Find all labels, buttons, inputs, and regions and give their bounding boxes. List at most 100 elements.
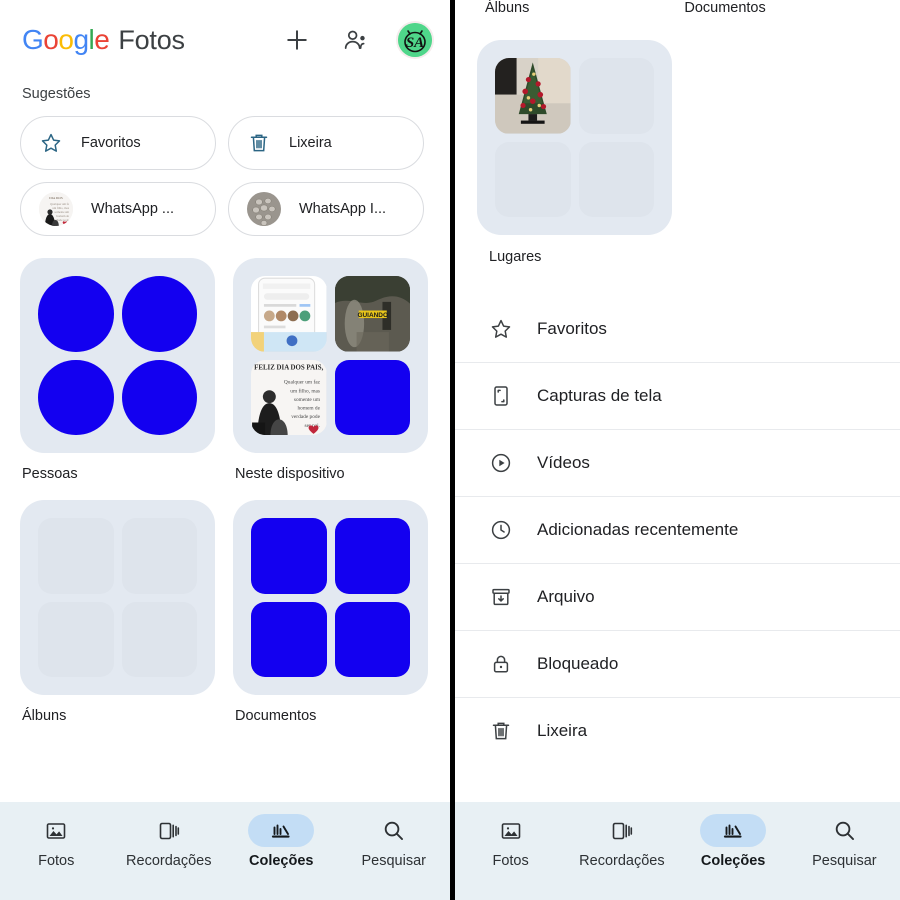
trash-icon [489,719,513,743]
tile-empty [578,141,654,217]
clock-icon [489,518,513,542]
list-item-label: Lixeira [537,721,588,740]
search-icon [832,818,857,843]
photo-thumb-dia-dos-pais: DIA DOS Qualquer um fa um filho, mas som… [39,192,73,226]
tile-empty [578,58,654,134]
nav-label: Fotos [38,853,75,869]
tile-blue [38,359,114,435]
collection-card-documentos[interactable]: Documentos [233,500,428,724]
lock-icon [489,652,513,676]
nav-pill [811,814,877,847]
memories-icon [157,819,181,843]
photo-icon [44,819,68,843]
nav-item-pesquisar[interactable]: Pesquisar [338,814,451,869]
collection-card-pessoas[interactable]: Pessoas [20,258,215,482]
chip-whatsapp-2[interactable]: WhatsApp I... [228,182,424,236]
nav-item-pesquisar[interactable]: Pesquisar [789,814,900,869]
list-item-favoritos[interactable]: Favoritos [455,295,900,362]
list-item-capturas-de-tela[interactable]: Capturas de tela [455,362,900,429]
chip-label: WhatsApp I... [299,201,387,217]
memories-icon [610,819,634,843]
screenshot-icon [489,384,513,408]
list-item-label: Arquivo [537,587,595,606]
nav-label: Coleções [700,853,766,869]
avatar[interactable]: SA [398,23,432,57]
bottom-navigation-right: Fotos Recordações Coleções Pesquisar [455,802,900,900]
play-circle-icon [489,451,513,475]
nav-item-colecoes[interactable]: Coleções [678,814,789,869]
scrolled-card-labels: Álbuns Documentos [455,0,900,18]
chip-label: Favoritos [81,135,141,151]
chip-label: WhatsApp ... [91,201,175,217]
nav-item-recordacoes[interactable]: Recordações [566,814,677,869]
list-item-videos[interactable]: Vídeos [455,429,900,496]
app-title: Fotos [118,25,185,55]
collection-card-neste-dispositivo[interactable]: GUIANDO FELIZ DIA DOS PAIS, Qualquer um … [233,258,428,482]
svg-text:FELIZ DIA DOS PAIS,: FELIZ DIA DOS PAIS, [254,364,323,371]
nav-item-fotos[interactable]: Fotos [455,814,566,869]
tile-empty [121,601,197,677]
tile-empty [38,601,114,677]
people-icon[interactable] [340,25,370,55]
collection-card-lugares[interactable] [455,18,900,235]
trash-icon [247,131,271,155]
svg-text:verdade pode: verdade pode [291,414,320,420]
tile-blue [38,276,114,352]
chip-label: Lixeira [289,135,332,151]
tile-blue [334,359,410,435]
left-screen: Google Fotos SA Sugestões Favoritos Lixe… [0,0,450,900]
nav-label: Fotos [492,853,529,869]
photo-icon [499,819,523,843]
list-item-arquivo[interactable]: Arquivo [455,563,900,630]
nav-pill [589,814,655,847]
app-root: Google Fotos SA Sugestões Favoritos Lixe… [0,0,900,900]
card-label-albuns: Álbuns [485,0,530,16]
collections-list: Favoritos Capturas de tela Vídeos Adicio… [455,265,900,764]
logo-letter-g: g [73,24,89,55]
star-icon [489,317,513,341]
chip-whatsapp-1[interactable]: DIA DOS Qualquer um fa um filho, mas som… [20,182,216,236]
list-item-adicionadas-recentemente[interactable]: Adicionadas recentemente [455,496,900,563]
tile-blue [334,601,410,677]
nav-pill [136,814,202,847]
nav-item-colecoes[interactable]: Coleções [225,814,338,869]
nav-item-recordacoes[interactable]: Recordações [113,814,226,869]
collection-card-albuns[interactable]: Álbuns [20,500,215,724]
nav-label: Coleções [249,853,314,869]
card-thumbnail-grid [20,500,215,695]
plus-icon[interactable] [282,25,312,55]
tile-blue [251,518,327,594]
tile-empty [38,518,114,594]
archive-icon [489,585,513,609]
list-item-lixeira[interactable]: Lixeira [455,697,900,764]
list-item-label: Adicionadas recentemente [537,520,739,539]
chip-favoritos[interactable]: Favoritos [20,116,216,170]
list-item-label: Favoritos [537,318,607,338]
logo-letter-G: G [22,24,44,55]
svg-text:somente um: somente um [294,396,321,402]
chip-lixeira[interactable]: Lixeira [228,116,424,170]
svg-text:DIA DOS: DIA DOS [49,196,63,200]
nav-item-fotos[interactable]: Fotos [0,814,113,869]
suggestions-section-label: Sugestões [22,86,91,102]
nav-label: Pesquisar [361,853,426,869]
nav-pill [23,814,89,847]
avatar-initials: SA [406,35,424,51]
logo-letter-e: e [94,24,110,55]
list-item-bloqueado[interactable]: Bloqueado [455,630,900,697]
tile-empty [121,518,197,594]
card-label: Pessoas [22,466,78,482]
card-label: Neste dispositivo [235,466,345,482]
card-thumbnail-grid: GUIANDO FELIZ DIA DOS PAIS, Qualquer um … [233,258,428,453]
right-screen: Álbuns Documentos Lugares Favoritos Capt… [455,0,900,900]
tile-blue [121,276,197,352]
nav-pill [361,814,427,847]
app-header: Google Fotos SA [0,0,450,80]
google-logo: Google [22,24,110,56]
search-icon [381,818,406,843]
star-icon [39,131,63,155]
photo-christmas-tree [495,58,571,134]
nav-label: Recordações [579,853,665,869]
nav-pill-active [248,814,315,847]
collections-icon [268,818,294,844]
